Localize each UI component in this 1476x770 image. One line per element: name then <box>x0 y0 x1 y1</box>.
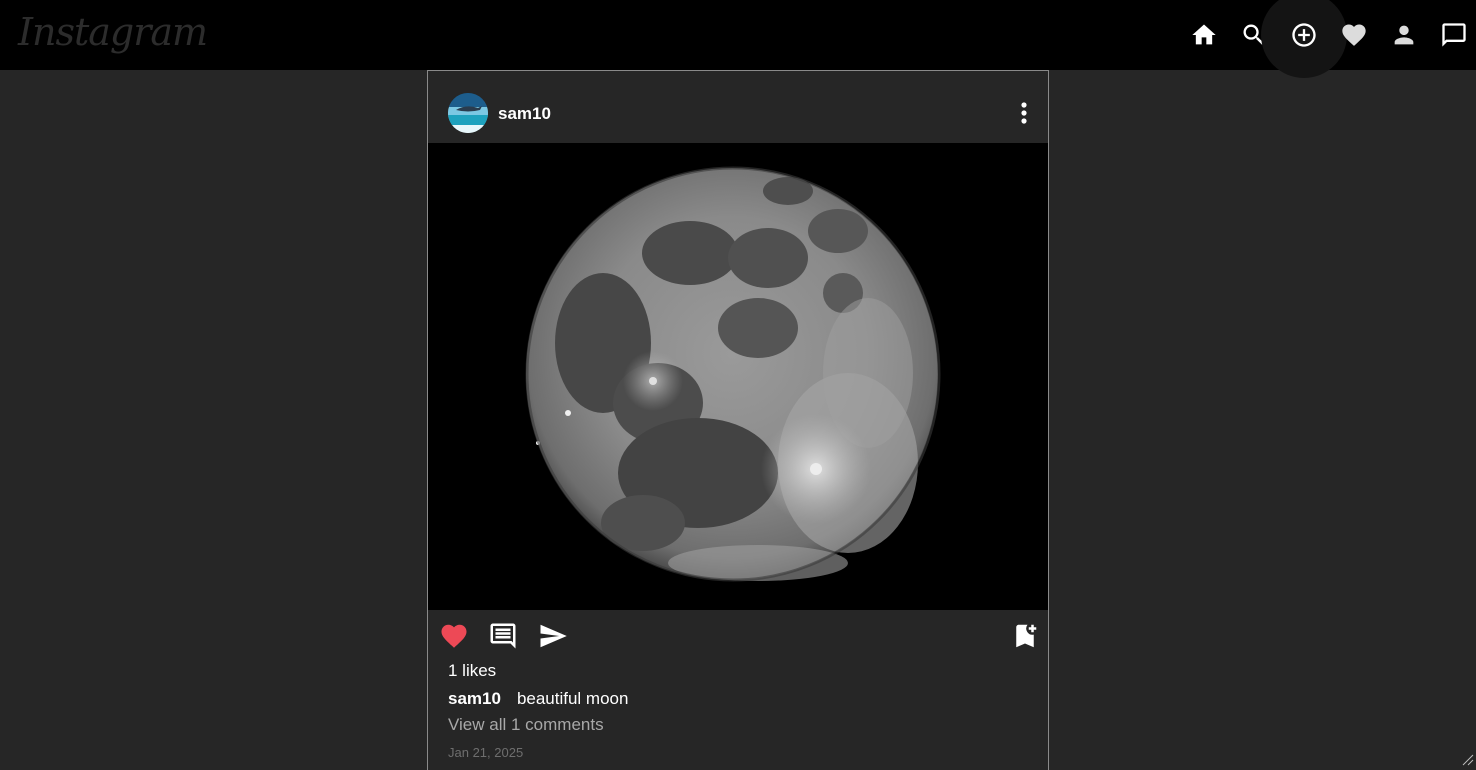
nav-activity-button[interactable] <box>1329 10 1379 60</box>
share-button[interactable] <box>536 619 570 653</box>
home-icon <box>1190 21 1218 49</box>
post-date: Jan 21, 2025 <box>448 745 523 760</box>
post-options-button[interactable] <box>1014 99 1034 127</box>
instagram-logo[interactable]: Instagram <box>18 8 207 56</box>
avatar[interactable] <box>448 93 488 133</box>
dolphin-avatar-image <box>448 93 488 133</box>
post-caption: sam10 beautiful moon <box>448 689 628 709</box>
nav-home-button[interactable] <box>1179 10 1229 60</box>
nav-profile-button[interactable] <box>1379 10 1429 60</box>
save-button[interactable] <box>1008 619 1042 653</box>
moon-photo <box>428 143 1048 610</box>
post-header: sam10 <box>428 71 1048 143</box>
nav-messages-button[interactable] <box>1429 10 1476 60</box>
post-image[interactable] <box>428 143 1048 610</box>
person-icon <box>1390 21 1418 49</box>
resize-grip-icon[interactable] <box>1460 752 1474 766</box>
like-button[interactable] <box>437 619 471 653</box>
caption-text: beautiful moon <box>517 689 629 708</box>
heart-filled-icon <box>439 621 469 651</box>
more-vertical-icon <box>1014 99 1034 127</box>
comment-button[interactable] <box>486 619 520 653</box>
heart-icon <box>1340 21 1368 49</box>
top-navbar: Instagram <box>0 0 1476 70</box>
post-username[interactable]: sam10 <box>498 104 551 124</box>
comment-icon <box>488 621 518 651</box>
post-actions <box>428 619 1048 655</box>
bookmark-add-icon <box>1010 621 1040 651</box>
likes-count: 1 likes <box>448 661 496 681</box>
chat-bubble-icon <box>1440 21 1468 49</box>
view-comments-link[interactable]: View all 1 comments <box>448 715 604 735</box>
add-circle-icon <box>1290 21 1318 49</box>
send-icon <box>538 621 568 651</box>
post-card: sam10 <box>427 70 1049 770</box>
caption-username[interactable]: sam10 <box>448 689 501 708</box>
